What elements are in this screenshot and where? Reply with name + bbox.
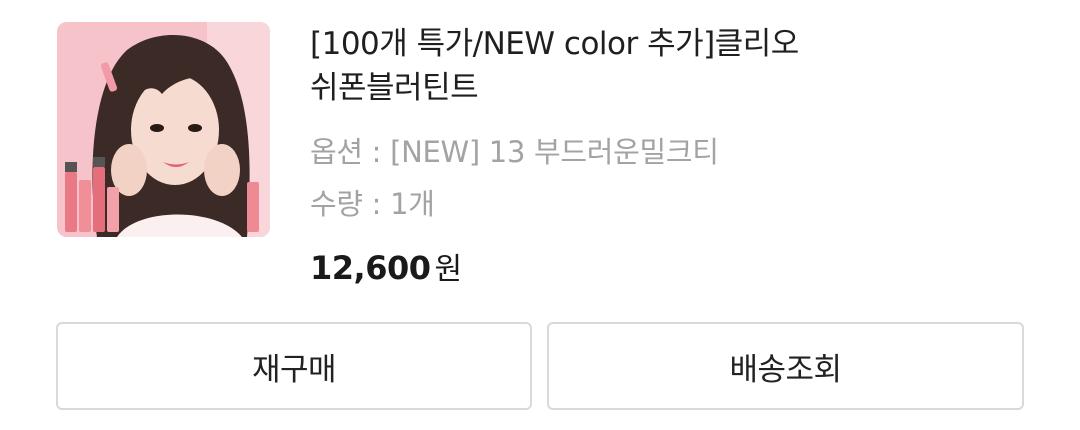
product-photo-icon (57, 22, 270, 237)
quantity-text: 수량 : 1개 (310, 187, 435, 221)
product-title[interactable]: [100개 특가/NEW color 추가]클리오 쉬폰블러틴트 (310, 22, 950, 110)
delivery-tracking-button[interactable]: 배송조회 (547, 322, 1024, 410)
product-info: [100개 특가/NEW color 추가]클리오 쉬폰블러틴트 옵션 : [N… (310, 22, 950, 288)
product-thumbnail[interactable] (57, 22, 270, 237)
price-value: 12,600 (310, 249, 431, 287)
price-unit: 원 (434, 252, 463, 287)
option-text: 옵션 : [NEW] 13 부드러운밀크티 (310, 135, 719, 169)
price: 12,600 원 (310, 244, 950, 288)
order-item-card: [100개 특가/NEW color 추가]클리오 쉬폰블러틴트 옵션 : [N… (0, 0, 1080, 430)
rebuy-button[interactable]: 재구매 (56, 322, 532, 410)
